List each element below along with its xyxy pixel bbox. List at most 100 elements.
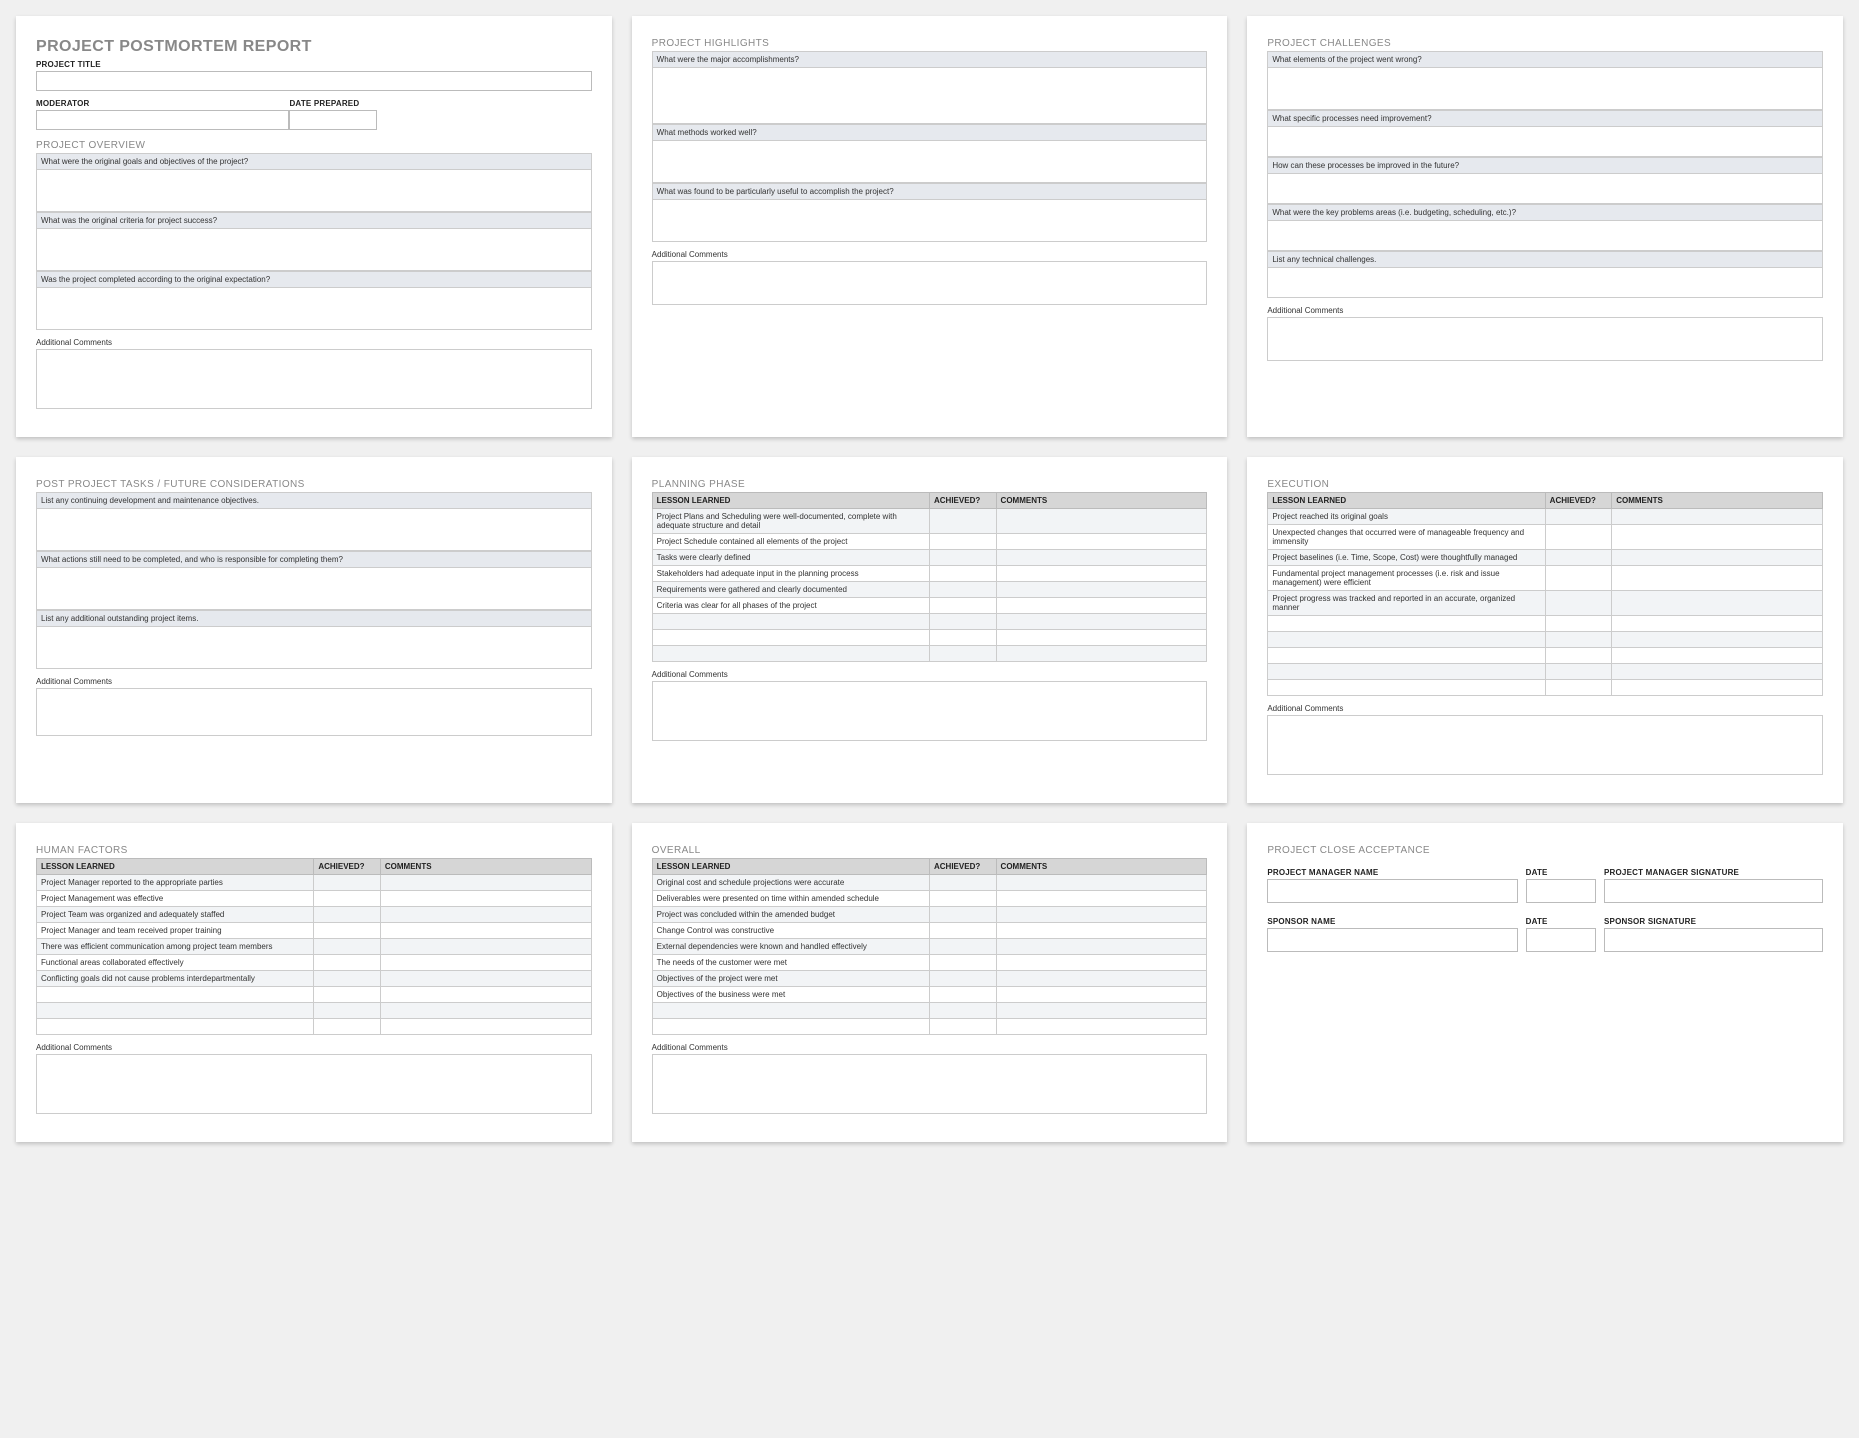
achieved-cell[interactable] (1545, 648, 1612, 664)
challenges-comments[interactable] (1267, 317, 1823, 361)
comments-cell[interactable] (996, 1019, 1207, 1035)
comments-cell[interactable] (1612, 632, 1823, 648)
achieved-cell[interactable] (1545, 664, 1612, 680)
achieved-cell[interactable] (1545, 509, 1612, 525)
comments-cell[interactable] (996, 566, 1207, 582)
achieved-cell[interactable] (314, 891, 381, 907)
achieved-cell[interactable] (314, 939, 381, 955)
achieved-cell[interactable] (314, 1019, 381, 1035)
achieved-cell[interactable] (930, 550, 997, 566)
achieved-cell[interactable] (1545, 616, 1612, 632)
achieved-cell[interactable] (314, 987, 381, 1003)
comments-cell[interactable] (996, 582, 1207, 598)
achieved-cell[interactable] (930, 955, 997, 971)
comments-cell[interactable] (380, 907, 591, 923)
human-comments[interactable] (36, 1054, 592, 1114)
overview-a2[interactable] (36, 229, 592, 271)
comments-cell[interactable] (996, 598, 1207, 614)
achieved-cell[interactable] (314, 971, 381, 987)
highlights-a3[interactable] (652, 200, 1208, 242)
achieved-cell[interactable] (930, 646, 997, 662)
postproject-comments[interactable] (36, 688, 592, 736)
achieved-cell[interactable] (930, 566, 997, 582)
comments-cell[interactable] (996, 509, 1207, 534)
comments-cell[interactable] (996, 955, 1207, 971)
comments-cell[interactable] (996, 891, 1207, 907)
comments-cell[interactable] (996, 875, 1207, 891)
pm-sign-input[interactable] (1604, 879, 1823, 903)
comments-cell[interactable] (380, 891, 591, 907)
achieved-cell[interactable] (930, 1003, 997, 1019)
comments-cell[interactable] (1612, 591, 1823, 616)
overview-a1[interactable] (36, 170, 592, 212)
comments-cell[interactable] (996, 630, 1207, 646)
overview-a3[interactable] (36, 288, 592, 330)
sponsor-sign-input[interactable] (1604, 928, 1823, 952)
achieved-cell[interactable] (1545, 525, 1612, 550)
comments-cell[interactable] (380, 955, 591, 971)
comments-cell[interactable] (380, 875, 591, 891)
achieved-cell[interactable] (930, 1019, 997, 1035)
achieved-cell[interactable] (930, 509, 997, 534)
highlights-a1[interactable] (652, 68, 1208, 124)
achieved-cell[interactable] (930, 907, 997, 923)
achieved-cell[interactable] (314, 955, 381, 971)
achieved-cell[interactable] (930, 534, 997, 550)
achieved-cell[interactable] (930, 598, 997, 614)
comments-cell[interactable] (1612, 509, 1823, 525)
highlights-comments[interactable] (652, 261, 1208, 305)
planning-comments[interactable] (652, 681, 1208, 741)
challenges-a4[interactable] (1267, 221, 1823, 251)
achieved-cell[interactable] (930, 987, 997, 1003)
comments-cell[interactable] (1612, 550, 1823, 566)
postproject-a1[interactable] (36, 509, 592, 551)
comments-cell[interactable] (380, 987, 591, 1003)
achieved-cell[interactable] (930, 582, 997, 598)
comments-cell[interactable] (380, 1019, 591, 1035)
comments-cell[interactable] (996, 939, 1207, 955)
achieved-cell[interactable] (314, 907, 381, 923)
comments-cell[interactable] (380, 1003, 591, 1019)
postproject-a2[interactable] (36, 568, 592, 610)
comments-cell[interactable] (996, 534, 1207, 550)
achieved-cell[interactable] (930, 875, 997, 891)
comments-cell[interactable] (380, 971, 591, 987)
challenges-a3[interactable] (1267, 174, 1823, 204)
achieved-cell[interactable] (1545, 680, 1612, 696)
comments-cell[interactable] (1612, 525, 1823, 550)
achieved-cell[interactable] (930, 891, 997, 907)
comments-cell[interactable] (996, 971, 1207, 987)
overall-comments[interactable] (652, 1054, 1208, 1114)
achieved-cell[interactable] (930, 630, 997, 646)
comments-cell[interactable] (996, 987, 1207, 1003)
comments-cell[interactable] (1612, 680, 1823, 696)
comments-cell[interactable] (996, 923, 1207, 939)
achieved-cell[interactable] (930, 614, 997, 630)
achieved-cell[interactable] (314, 923, 381, 939)
comments-cell[interactable] (380, 923, 591, 939)
comments-cell[interactable] (1612, 664, 1823, 680)
comments-cell[interactable] (996, 907, 1207, 923)
achieved-cell[interactable] (314, 1003, 381, 1019)
date-prepared-input[interactable] (289, 110, 377, 130)
postproject-a3[interactable] (36, 627, 592, 669)
achieved-cell[interactable] (314, 875, 381, 891)
comments-cell[interactable] (996, 646, 1207, 662)
achieved-cell[interactable] (930, 971, 997, 987)
achieved-cell[interactable] (1545, 550, 1612, 566)
comments-cell[interactable] (996, 614, 1207, 630)
execution-comments[interactable] (1267, 715, 1823, 775)
achieved-cell[interactable] (930, 923, 997, 939)
challenges-a2[interactable] (1267, 127, 1823, 157)
challenges-a5[interactable] (1267, 268, 1823, 298)
comments-cell[interactable] (996, 1003, 1207, 1019)
moderator-input[interactable] (36, 110, 289, 130)
sponsor-date-input[interactable] (1526, 928, 1596, 952)
overview-comments[interactable] (36, 349, 592, 409)
achieved-cell[interactable] (1545, 591, 1612, 616)
comments-cell[interactable] (1612, 648, 1823, 664)
sponsor-name-input[interactable] (1267, 928, 1517, 952)
challenges-a1[interactable] (1267, 68, 1823, 110)
comments-cell[interactable] (1612, 616, 1823, 632)
pm-date-input[interactable] (1526, 879, 1596, 903)
